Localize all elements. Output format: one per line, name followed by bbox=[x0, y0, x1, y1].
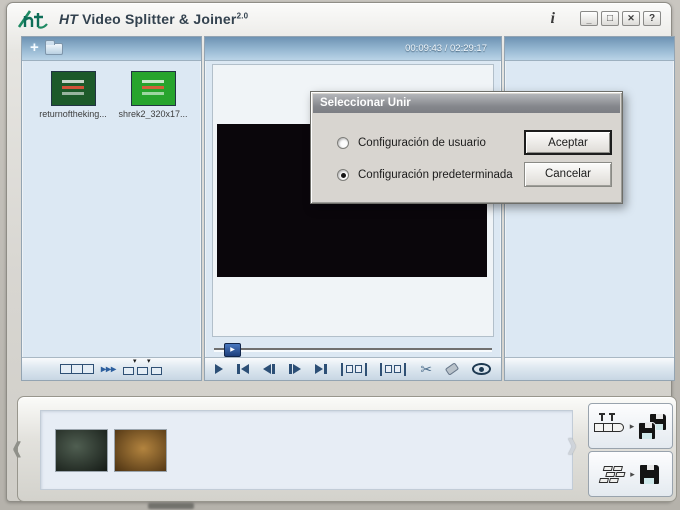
timeline-strip bbox=[40, 410, 573, 490]
go-end-icon[interactable] bbox=[314, 364, 327, 374]
maximize-button[interactable]: □ bbox=[601, 11, 619, 26]
clip-name: shrek2_320x17... bbox=[118, 109, 188, 119]
clip-item[interactable]: returnoftheking... bbox=[34, 71, 112, 119]
save-split-segments-button[interactable]: ▸ bbox=[588, 403, 673, 449]
split-markers-icon[interactable]: ▾ ▾ bbox=[123, 358, 163, 375]
filmstrip-icon[interactable] bbox=[59, 364, 94, 374]
preview-panel: 00:09:43 / 02:29:17 ▶ ✂ bbox=[204, 36, 502, 381]
transport-toolbar: ✂ bbox=[205, 357, 501, 380]
ht-logo-icon bbox=[17, 9, 48, 29]
mark-out-icon[interactable] bbox=[380, 362, 407, 376]
clip-name: returnoftheking... bbox=[39, 109, 107, 119]
arrow-icon: ▸ bbox=[630, 468, 635, 479]
erase-icon[interactable] bbox=[444, 362, 460, 376]
output-panel bbox=[504, 36, 675, 381]
step-back-icon[interactable] bbox=[262, 364, 275, 374]
radio-icon[interactable] bbox=[337, 169, 349, 181]
cancel-button[interactable]: Cancelar bbox=[524, 162, 612, 187]
step-forward-icon[interactable] bbox=[288, 364, 301, 374]
source-panel-toolbar: + bbox=[22, 37, 201, 61]
radio-option-user-config[interactable]: Configuración de usuario bbox=[337, 137, 486, 149]
titlebar[interactable]: HT Video Splitter & Joiner2.0 i _ □ ✕ ? bbox=[7, 3, 671, 34]
scroll-left-icon[interactable]: ‹ bbox=[12, 426, 22, 468]
radio-option-default-config[interactable]: Configuración predeterminada bbox=[337, 169, 513, 181]
dialog-titlebar[interactable]: Seleccionar Unir bbox=[313, 94, 620, 113]
radio-label: Configuración predeterminada bbox=[358, 169, 513, 181]
split-segments-icon bbox=[593, 413, 625, 438]
fast-forward-icon[interactable]: ▸▸▸ bbox=[101, 364, 116, 375]
seek-track[interactable] bbox=[214, 348, 492, 350]
accept-button[interactable]: Aceptar bbox=[524, 130, 612, 155]
seek-handle[interactable]: ▶ bbox=[224, 343, 241, 357]
help-button[interactable]: ? bbox=[643, 11, 661, 26]
timeline-tray: ‹ › ▸ ▸ bbox=[12, 396, 677, 502]
source-panel-footer: ▸▸▸ ▾ ▾ bbox=[22, 357, 201, 380]
screenshot-artifact bbox=[148, 503, 194, 509]
cut-icon[interactable]: ✂ bbox=[420, 362, 432, 376]
save-joined-file-button[interactable]: ▸ bbox=[588, 451, 673, 497]
arrow-icon: ▸ bbox=[629, 420, 635, 431]
go-start-icon[interactable] bbox=[236, 364, 249, 374]
timeline-thumbnail[interactable] bbox=[55, 429, 108, 472]
seleccionar-unir-dialog: Seleccionar Unir Configuración de usuari… bbox=[310, 91, 623, 204]
seek-slider[interactable]: ▶ bbox=[212, 342, 494, 359]
clip-thumbnail[interactable] bbox=[130, 71, 176, 106]
minimize-button[interactable]: _ bbox=[580, 11, 598, 26]
joined-segments-icon bbox=[598, 465, 627, 483]
app-title: HT Video Splitter & Joiner2.0 bbox=[59, 10, 249, 27]
preview-panel-header: 00:09:43 / 02:29:17 bbox=[205, 37, 501, 61]
radio-icon[interactable] bbox=[337, 137, 349, 149]
clip-item[interactable]: shrek2_320x17... bbox=[114, 71, 192, 119]
save-multiple-files-icon bbox=[639, 413, 667, 439]
add-clip-icon[interactable]: + bbox=[30, 39, 39, 56]
output-panel-header bbox=[505, 37, 674, 61]
open-folder-icon[interactable] bbox=[44, 39, 63, 55]
timeline-thumbnail[interactable] bbox=[114, 429, 167, 472]
output-panel-footer bbox=[505, 357, 674, 380]
close-button[interactable]: ✕ bbox=[622, 11, 640, 26]
scroll-right-icon[interactable]: › bbox=[567, 423, 577, 465]
source-clips-list: returnoftheking... shrek2_320x17... bbox=[22, 61, 201, 357]
save-single-file-icon bbox=[639, 464, 659, 484]
preview-eye-icon[interactable] bbox=[471, 363, 491, 375]
info-icon[interactable]: i bbox=[551, 10, 555, 28]
source-clips-panel: + returnoftheking... shrek2_320x17... ▸▸… bbox=[21, 36, 202, 381]
mark-in-icon[interactable] bbox=[340, 362, 367, 376]
app-window: HT Video Splitter & Joiner2.0 i _ □ ✕ ? +… bbox=[6, 2, 677, 502]
timecode-display: 00:09:43 / 02:29:17 bbox=[405, 43, 487, 54]
radio-label: Configuración de usuario bbox=[358, 137, 486, 149]
clip-thumbnail[interactable] bbox=[50, 71, 96, 106]
version-superscript: 2.0 bbox=[236, 10, 249, 20]
play-icon[interactable] bbox=[215, 364, 223, 374]
